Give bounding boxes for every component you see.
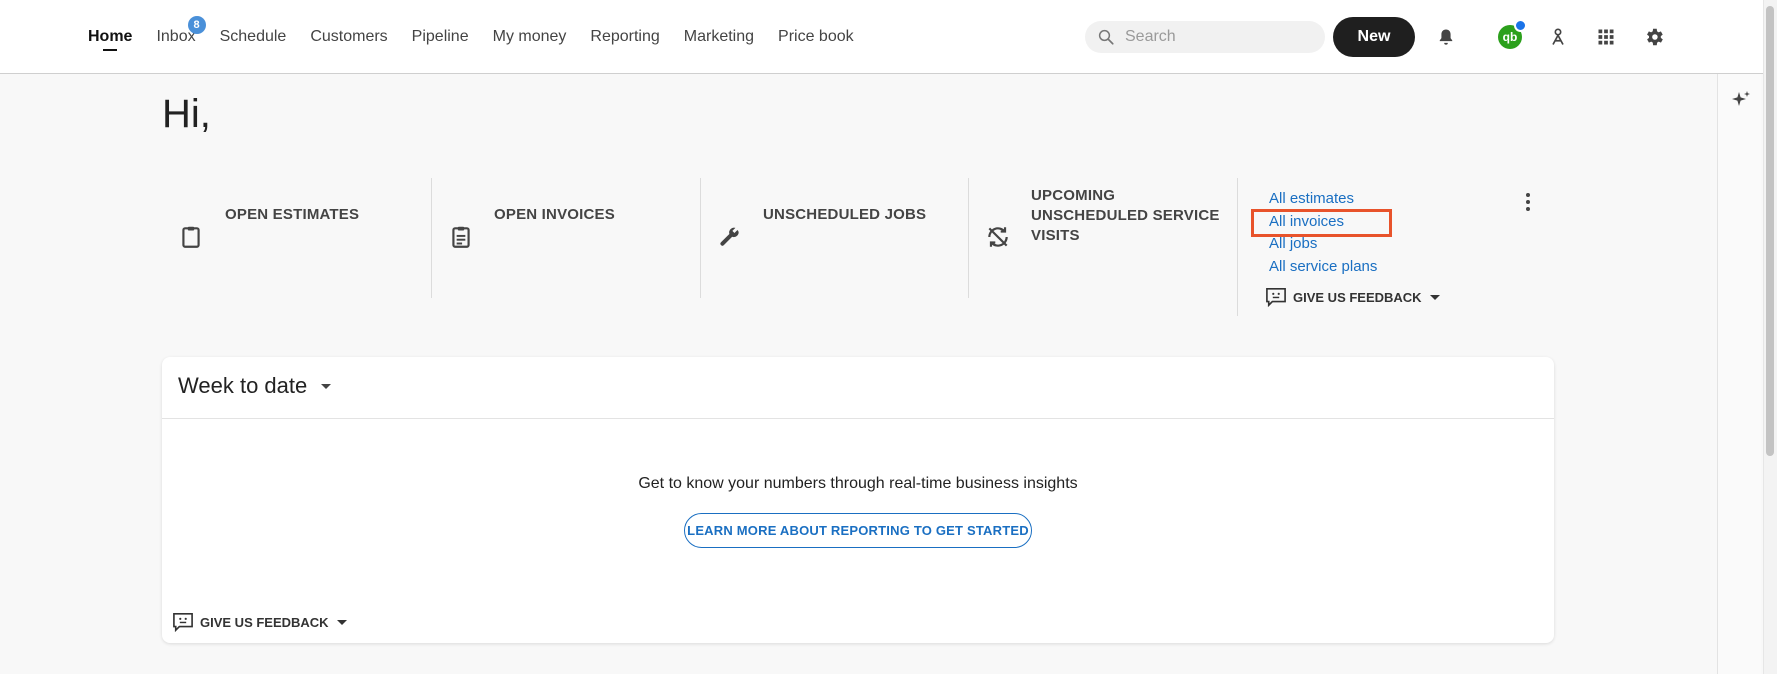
- give-feedback-dropdown-bottom[interactable]: GIVE US FEEDBACK: [172, 612, 347, 632]
- insights-card-header: Week to date: [162, 357, 1554, 419]
- nav-customers[interactable]: Customers: [310, 0, 387, 74]
- user-badge-icon[interactable]: [1545, 24, 1571, 50]
- link-all-estimates[interactable]: All estimates: [1269, 188, 1377, 211]
- stat-upcoming-unscheduled-service-visits[interactable]: UPCOMING UNSCHEDULED SERVICE VISITS: [969, 178, 1237, 298]
- notifications-bell-icon[interactable]: [1433, 24, 1459, 50]
- more-options-icon[interactable]: [1518, 190, 1538, 214]
- insight-message: Get to know your numbers through real-ti…: [638, 475, 1078, 492]
- stat-open-invoices[interactable]: OPEN INVOICES: [432, 178, 700, 298]
- nav-schedule[interactable]: Schedule: [220, 0, 287, 74]
- feedback-label: GIVE US FEEDBACK: [1293, 289, 1422, 305]
- nav-my-money[interactable]: My money: [493, 0, 567, 74]
- chevron-down-icon: [336, 619, 347, 625]
- insights-card: Week to date Get to know your numbers th…: [162, 357, 1554, 643]
- apps-grid-icon[interactable]: [1593, 24, 1619, 50]
- stat-label: OPEN ESTIMATES: [225, 206, 360, 223]
- chevron-down-icon: [1429, 294, 1440, 300]
- period-selector[interactable]: Week to date: [178, 373, 332, 399]
- quickbooks-notification-dot: [1514, 19, 1527, 32]
- sync-schedule-icon: [988, 227, 1008, 247]
- nav-home[interactable]: Home: [88, 0, 132, 74]
- stat-label: UNSCHEDULED JOBS: [763, 206, 927, 223]
- link-all-service-plans[interactable]: All service plans: [1269, 256, 1377, 279]
- feedback-face-icon: [1266, 288, 1286, 307]
- nav-pipeline[interactable]: Pipeline: [412, 0, 469, 74]
- quickbooks-icon[interactable]: qb: [1498, 19, 1527, 49]
- feedback-label: GIVE US FEEDBACK: [200, 614, 329, 630]
- period-label: Week to date: [178, 373, 308, 398]
- nav-inbox[interactable]: Inbox 8: [156, 0, 206, 74]
- settings-gear-icon[interactable]: [1641, 24, 1667, 50]
- give-feedback-dropdown-top[interactable]: GIVE US FEEDBACK: [1265, 287, 1440, 307]
- nav-marketing[interactable]: Marketing: [684, 0, 754, 74]
- search-box[interactable]: [1085, 21, 1325, 53]
- search-input[interactable]: [1125, 28, 1305, 46]
- right-side-rail: [1717, 74, 1761, 674]
- nav-reporting[interactable]: Reporting: [590, 0, 659, 74]
- clipboard-icon: [182, 226, 200, 248]
- invoice-icon: [452, 226, 470, 248]
- stat-label: OPEN INVOICES: [494, 206, 615, 223]
- wrench-icon: [720, 227, 739, 246]
- stat-unscheduled-jobs[interactable]: UNSCHEDULED JOBS: [701, 178, 969, 298]
- quickbooks-label: qb: [1502, 30, 1518, 44]
- greeting-heading: Hi,: [162, 92, 211, 136]
- main-nav: Home Inbox 8 Schedule Customers Pipeline…: [88, 0, 878, 74]
- page-scrollbar-thumb[interactable]: [1766, 6, 1774, 456]
- highlight-box: [1251, 209, 1392, 237]
- nav-price-book[interactable]: Price book: [778, 0, 854, 74]
- search-icon: [1098, 29, 1114, 45]
- ai-sparkle-icon[interactable]: [1729, 88, 1753, 112]
- new-button[interactable]: New: [1333, 17, 1415, 57]
- learn-more-reporting-button[interactable]: LEARN MORE ABOUT REPORTING TO GET STARTE…: [684, 513, 1032, 548]
- inbox-count-badge: 8: [187, 16, 206, 34]
- stat-label: UPCOMING UNSCHEDULED SERVICE VISITS: [1031, 187, 1220, 244]
- top-navigation-bar: Home Inbox 8 Schedule Customers Pipeline…: [0, 0, 1777, 74]
- chevron-down-icon: [321, 383, 332, 389]
- stat-divider: [1237, 178, 1238, 316]
- feedback-face-icon: [173, 613, 193, 632]
- stat-open-estimates[interactable]: OPEN ESTIMATES: [162, 178, 430, 298]
